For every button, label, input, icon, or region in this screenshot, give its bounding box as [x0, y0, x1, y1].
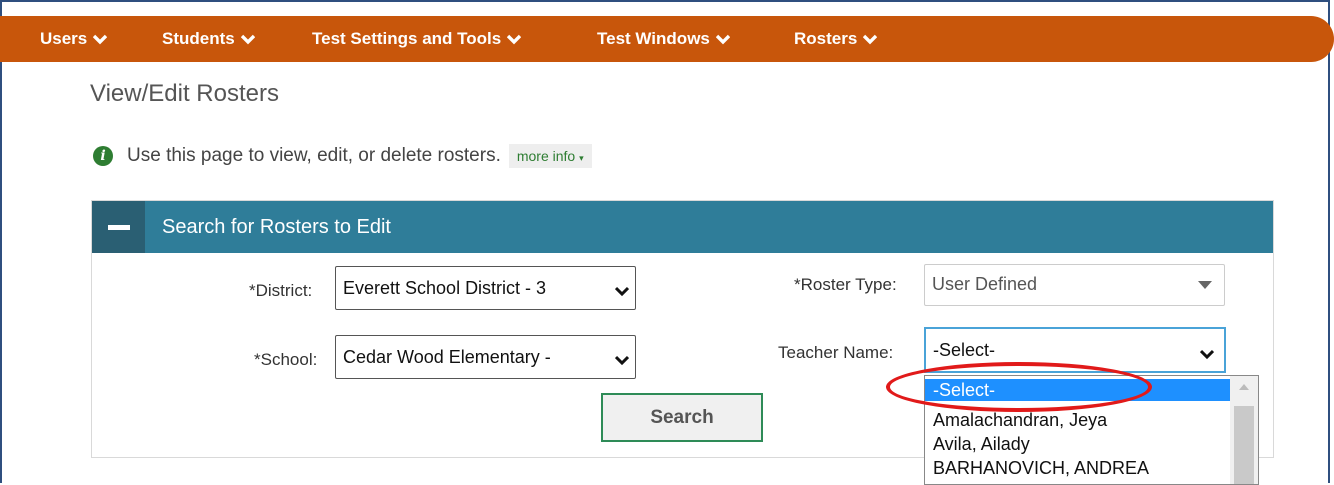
- nav-test-windows-label: Test Windows: [597, 29, 710, 48]
- school-label: *School:: [254, 350, 318, 369]
- teacher-name-label: Teacher Name:: [778, 343, 894, 362]
- panel-header: Search for Rosters to Edit: [92, 201, 1273, 253]
- search-button-label: Search: [650, 406, 714, 428]
- nav-students-label: Students: [162, 29, 235, 48]
- chevron-down-icon: [93, 17, 108, 63]
- info-icon: i: [93, 146, 113, 166]
- info-text: Use this page to view, edit, or delete r…: [127, 145, 501, 166]
- school-value: Cedar Wood Elementary -: [343, 347, 551, 367]
- nav-users[interactable]: Users: [40, 16, 108, 63]
- dropdown-option-teacher[interactable]: Amalachandran, Jeya: [925, 409, 1230, 431]
- dropdown-option-select[interactable]: -Select-: [925, 379, 1230, 401]
- nav-test-windows[interactable]: Test Windows: [597, 16, 731, 63]
- top-nav-bar: Users Students Test Settings and Tools T…: [0, 16, 1334, 62]
- nav-test-settings-label: Test Settings and Tools: [312, 29, 502, 48]
- scrollbar-thumb[interactable]: [1234, 406, 1254, 484]
- panel-title: Search for Rosters to Edit: [162, 216, 391, 238]
- chevron-down-icon: [614, 350, 630, 371]
- chevron-down-icon: [507, 17, 522, 63]
- roster-type-label: *Roster Type:: [794, 275, 897, 294]
- chevron-down-icon: [1199, 344, 1215, 365]
- dropdown-option-teacher[interactable]: BARHANOVICH, ANDREA: [925, 457, 1230, 479]
- chevron-down-icon: [863, 17, 878, 63]
- nav-rosters-label: Rosters: [794, 29, 858, 48]
- scroll-up-arrow-icon[interactable]: [1239, 384, 1249, 390]
- dropdown-option-teacher[interactable]: Avila, Ailady: [925, 433, 1230, 455]
- chevron-down-icon: [614, 281, 630, 302]
- school-select[interactable]: Cedar Wood Elementary -: [335, 335, 636, 379]
- caret-down-icon: ▾: [579, 153, 584, 163]
- more-info-label: more info: [516, 148, 576, 164]
- collapse-button[interactable]: [92, 201, 145, 253]
- nav-students[interactable]: Students: [162, 16, 255, 62]
- teacher-name-select[interactable]: -Select-: [924, 327, 1226, 373]
- chevron-down-icon: [240, 17, 255, 63]
- info-row: i Use this page to view, edit, or delete…: [93, 141, 592, 171]
- teacher-name-value: -Select-: [933, 340, 996, 360]
- chevron-down-icon: [715, 17, 731, 63]
- teacher-dropdown-list: -Select- Amalachandran, Jeya Avila, Aila…: [924, 375, 1259, 485]
- nav-test-settings-tools[interactable]: Test Settings and Tools: [312, 16, 522, 63]
- roster-type-select[interactable]: User Defined: [924, 264, 1225, 306]
- more-info-toggle[interactable]: more info ▾: [508, 144, 592, 168]
- dropdown-scrollbar[interactable]: [1230, 376, 1258, 484]
- nav-rosters[interactable]: Rosters: [794, 16, 878, 63]
- district-label: *District:: [249, 281, 313, 300]
- district-value: Everett School District - 3: [343, 278, 547, 298]
- page-title: View/Edit Rosters: [90, 80, 279, 107]
- roster-type-value: User Defined: [932, 274, 1038, 294]
- nav-users-label: Users: [40, 29, 88, 48]
- minus-icon: [107, 224, 130, 230]
- dropdown-triangle-icon: [1198, 281, 1212, 289]
- district-select[interactable]: Everett School District - 3: [335, 266, 636, 310]
- search-button[interactable]: Search: [601, 393, 763, 442]
